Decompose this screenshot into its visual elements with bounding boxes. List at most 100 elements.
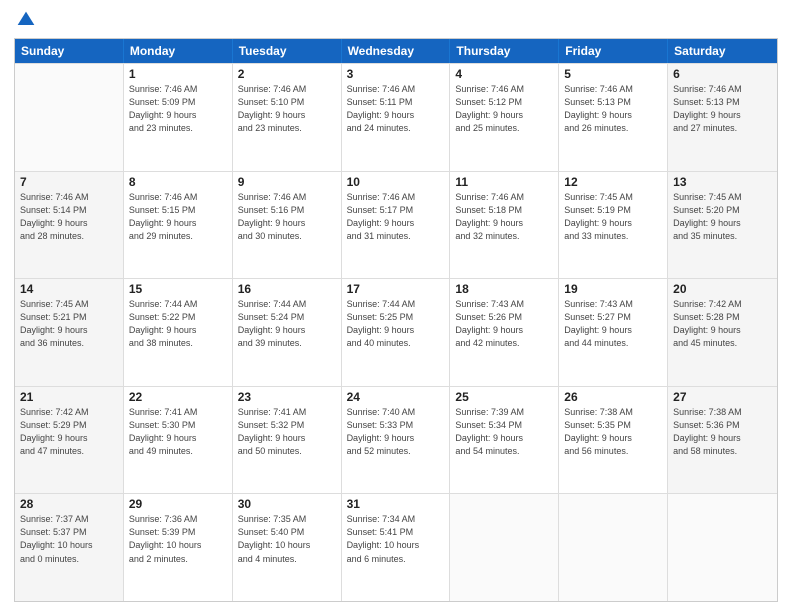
day-info: Sunrise: 7:42 AM Sunset: 5:28 PM Dayligh…: [673, 298, 772, 350]
calendar-header-cell: Tuesday: [233, 39, 342, 63]
day-info: Sunrise: 7:46 AM Sunset: 5:17 PM Dayligh…: [347, 191, 445, 243]
day-info: Sunrise: 7:34 AM Sunset: 5:41 PM Dayligh…: [347, 513, 445, 565]
calendar-cell: 3Sunrise: 7:46 AM Sunset: 5:11 PM Daylig…: [342, 64, 451, 171]
day-number: 18: [455, 282, 553, 296]
calendar-cell: 5Sunrise: 7:46 AM Sunset: 5:13 PM Daylig…: [559, 64, 668, 171]
day-info: Sunrise: 7:42 AM Sunset: 5:29 PM Dayligh…: [20, 406, 118, 458]
calendar-week: 1 Sunrise: 7:46 AM Sunset: 5:09 PM Daylig…: [15, 63, 777, 171]
day-number: 5: [564, 67, 662, 81]
calendar-cell: 2 Sunrise: 7:46 AM Sunset: 5:10 PM Daylig…: [233, 64, 342, 171]
calendar-cell: 20Sunrise: 7:42 AM Sunset: 5:28 PM Dayli…: [668, 279, 777, 386]
header: [14, 10, 778, 30]
day-info: Sunrise: 7:44 AM Sunset: 5:25 PM Dayligh…: [347, 298, 445, 350]
day-info: Sunrise: 7:46 AM Sunset: 5:10 PM Dayligh…: [238, 83, 336, 135]
day-number: 12: [564, 175, 662, 189]
calendar-cell: 10Sunrise: 7:46 AM Sunset: 5:17 PM Dayli…: [342, 172, 451, 279]
calendar-cell: 26 Sunrise: 7:38 AM Sunset: 5:35 PM Dayli…: [559, 387, 668, 494]
day-info: Sunrise: 7:46 AM Sunset: 5:15 PM Dayligh…: [129, 191, 227, 243]
day-info: Sunrise: 7:46 AM Sunset: 5:16 PM Dayligh…: [238, 191, 336, 243]
day-number: 16: [238, 282, 336, 296]
calendar-cell: 22 Sunrise: 7:41 AM Sunset: 5:30 PM Dayli…: [124, 387, 233, 494]
calendar-cell: 28 Sunrise: 7:37 AM Sunset: 5:37 PM Dayli…: [15, 494, 124, 601]
day-info: Sunrise: 7:38 AM Sunset: 5:35 PM Dayligh…: [564, 406, 662, 458]
day-number: 25: [455, 390, 553, 404]
calendar-cell: 6 Sunrise: 7:46 AM Sunset: 5:13 PM Daylig…: [668, 64, 777, 171]
calendar-cell: 31 Sunrise: 7:34 AM Sunset: 5:41 PM Dayli…: [342, 494, 451, 601]
day-info: Sunrise: 7:46 AM Sunset: 5:14 PM Dayligh…: [20, 191, 118, 243]
day-number: 2: [238, 67, 336, 81]
day-info: Sunrise: 7:44 AM Sunset: 5:24 PM Dayligh…: [238, 298, 336, 350]
day-number: 14: [20, 282, 118, 296]
calendar-header-cell: Thursday: [450, 39, 559, 63]
calendar-cell: 25Sunrise: 7:39 AM Sunset: 5:34 PM Dayli…: [450, 387, 559, 494]
day-number: 6: [673, 67, 772, 81]
day-number: 7: [20, 175, 118, 189]
calendar-header-cell: Friday: [559, 39, 668, 63]
calendar-header-cell: Wednesday: [342, 39, 451, 63]
day-info: Sunrise: 7:43 AM Sunset: 5:26 PM Dayligh…: [455, 298, 553, 350]
day-info: Sunrise: 7:46 AM Sunset: 5:12 PM Dayligh…: [455, 83, 553, 135]
calendar-week: 28 Sunrise: 7:37 AM Sunset: 5:37 PM Dayli…: [15, 493, 777, 601]
day-info: Sunrise: 7:44 AM Sunset: 5:22 PM Dayligh…: [129, 298, 227, 350]
day-number: 11: [455, 175, 553, 189]
calendar-cell: [450, 494, 559, 601]
calendar-header-row: SundayMondayTuesdayWednesdayThursdayFrid…: [15, 39, 777, 63]
calendar: SundayMondayTuesdayWednesdayThursdayFrid…: [14, 38, 778, 602]
day-info: Sunrise: 7:41 AM Sunset: 5:30 PM Dayligh…: [129, 406, 227, 458]
calendar-header-cell: Sunday: [15, 39, 124, 63]
day-info: Sunrise: 7:45 AM Sunset: 5:20 PM Dayligh…: [673, 191, 772, 243]
calendar-cell: 17 Sunrise: 7:44 AM Sunset: 5:25 PM Dayli…: [342, 279, 451, 386]
calendar-header-cell: Saturday: [668, 39, 777, 63]
day-info: Sunrise: 7:46 AM Sunset: 5:13 PM Dayligh…: [673, 83, 772, 135]
calendar-cell: 30Sunrise: 7:35 AM Sunset: 5:40 PM Dayli…: [233, 494, 342, 601]
day-number: 28: [20, 497, 118, 511]
day-number: 22: [129, 390, 227, 404]
day-number: 24: [347, 390, 445, 404]
calendar-cell: 9 Sunrise: 7:46 AM Sunset: 5:16 PM Daylig…: [233, 172, 342, 279]
day-info: Sunrise: 7:37 AM Sunset: 5:37 PM Dayligh…: [20, 513, 118, 565]
calendar-cell: 12 Sunrise: 7:45 AM Sunset: 5:19 PM Dayli…: [559, 172, 668, 279]
day-number: 23: [238, 390, 336, 404]
day-info: Sunrise: 7:40 AM Sunset: 5:33 PM Dayligh…: [347, 406, 445, 458]
calendar-body: 1 Sunrise: 7:46 AM Sunset: 5:09 PM Daylig…: [15, 63, 777, 601]
day-info: Sunrise: 7:35 AM Sunset: 5:40 PM Dayligh…: [238, 513, 336, 565]
day-number: 1: [129, 67, 227, 81]
day-number: 31: [347, 497, 445, 511]
day-number: 21: [20, 390, 118, 404]
day-info: Sunrise: 7:46 AM Sunset: 5:11 PM Dayligh…: [347, 83, 445, 135]
day-number: 17: [347, 282, 445, 296]
day-number: 9: [238, 175, 336, 189]
calendar-cell: 29 Sunrise: 7:36 AM Sunset: 5:39 PM Dayli…: [124, 494, 233, 601]
calendar-cell: 19Sunrise: 7:43 AM Sunset: 5:27 PM Dayli…: [559, 279, 668, 386]
day-number: 26: [564, 390, 662, 404]
day-info: Sunrise: 7:36 AM Sunset: 5:39 PM Dayligh…: [129, 513, 227, 565]
calendar-week: 14 Sunrise: 7:45 AM Sunset: 5:21 PM Dayli…: [15, 278, 777, 386]
day-number: 27: [673, 390, 772, 404]
calendar-cell: 15Sunrise: 7:44 AM Sunset: 5:22 PM Dayli…: [124, 279, 233, 386]
calendar-cell: [559, 494, 668, 601]
day-info: Sunrise: 7:46 AM Sunset: 5:09 PM Dayligh…: [129, 83, 227, 135]
day-number: 29: [129, 497, 227, 511]
logo-icon: [16, 10, 36, 30]
calendar-cell: 16 Sunrise: 7:44 AM Sunset: 5:24 PM Dayli…: [233, 279, 342, 386]
day-info: Sunrise: 7:45 AM Sunset: 5:21 PM Dayligh…: [20, 298, 118, 350]
calendar-cell: 23 Sunrise: 7:41 AM Sunset: 5:32 PM Dayli…: [233, 387, 342, 494]
calendar-week: 7 Sunrise: 7:46 AM Sunset: 5:14 PM Daylig…: [15, 171, 777, 279]
calendar-week: 21 Sunrise: 7:42 AM Sunset: 5:29 PM Dayli…: [15, 386, 777, 494]
logo: [14, 10, 36, 30]
day-number: 4: [455, 67, 553, 81]
calendar-header-cell: Monday: [124, 39, 233, 63]
calendar-cell: 11 Sunrise: 7:46 AM Sunset: 5:18 PM Dayli…: [450, 172, 559, 279]
calendar-cell: 18 Sunrise: 7:43 AM Sunset: 5:26 PM Dayli…: [450, 279, 559, 386]
page: SundayMondayTuesdayWednesdayThursdayFrid…: [0, 0, 792, 612]
calendar-cell: 13Sunrise: 7:45 AM Sunset: 5:20 PM Dayli…: [668, 172, 777, 279]
day-info: Sunrise: 7:45 AM Sunset: 5:19 PM Dayligh…: [564, 191, 662, 243]
day-info: Sunrise: 7:46 AM Sunset: 5:18 PM Dayligh…: [455, 191, 553, 243]
day-number: 8: [129, 175, 227, 189]
calendar-cell: [668, 494, 777, 601]
calendar-cell: 8 Sunrise: 7:46 AM Sunset: 5:15 PM Daylig…: [124, 172, 233, 279]
calendar-cell: 14 Sunrise: 7:45 AM Sunset: 5:21 PM Dayli…: [15, 279, 124, 386]
calendar-cell: 4 Sunrise: 7:46 AM Sunset: 5:12 PM Daylig…: [450, 64, 559, 171]
day-info: Sunrise: 7:41 AM Sunset: 5:32 PM Dayligh…: [238, 406, 336, 458]
day-info: Sunrise: 7:38 AM Sunset: 5:36 PM Dayligh…: [673, 406, 772, 458]
